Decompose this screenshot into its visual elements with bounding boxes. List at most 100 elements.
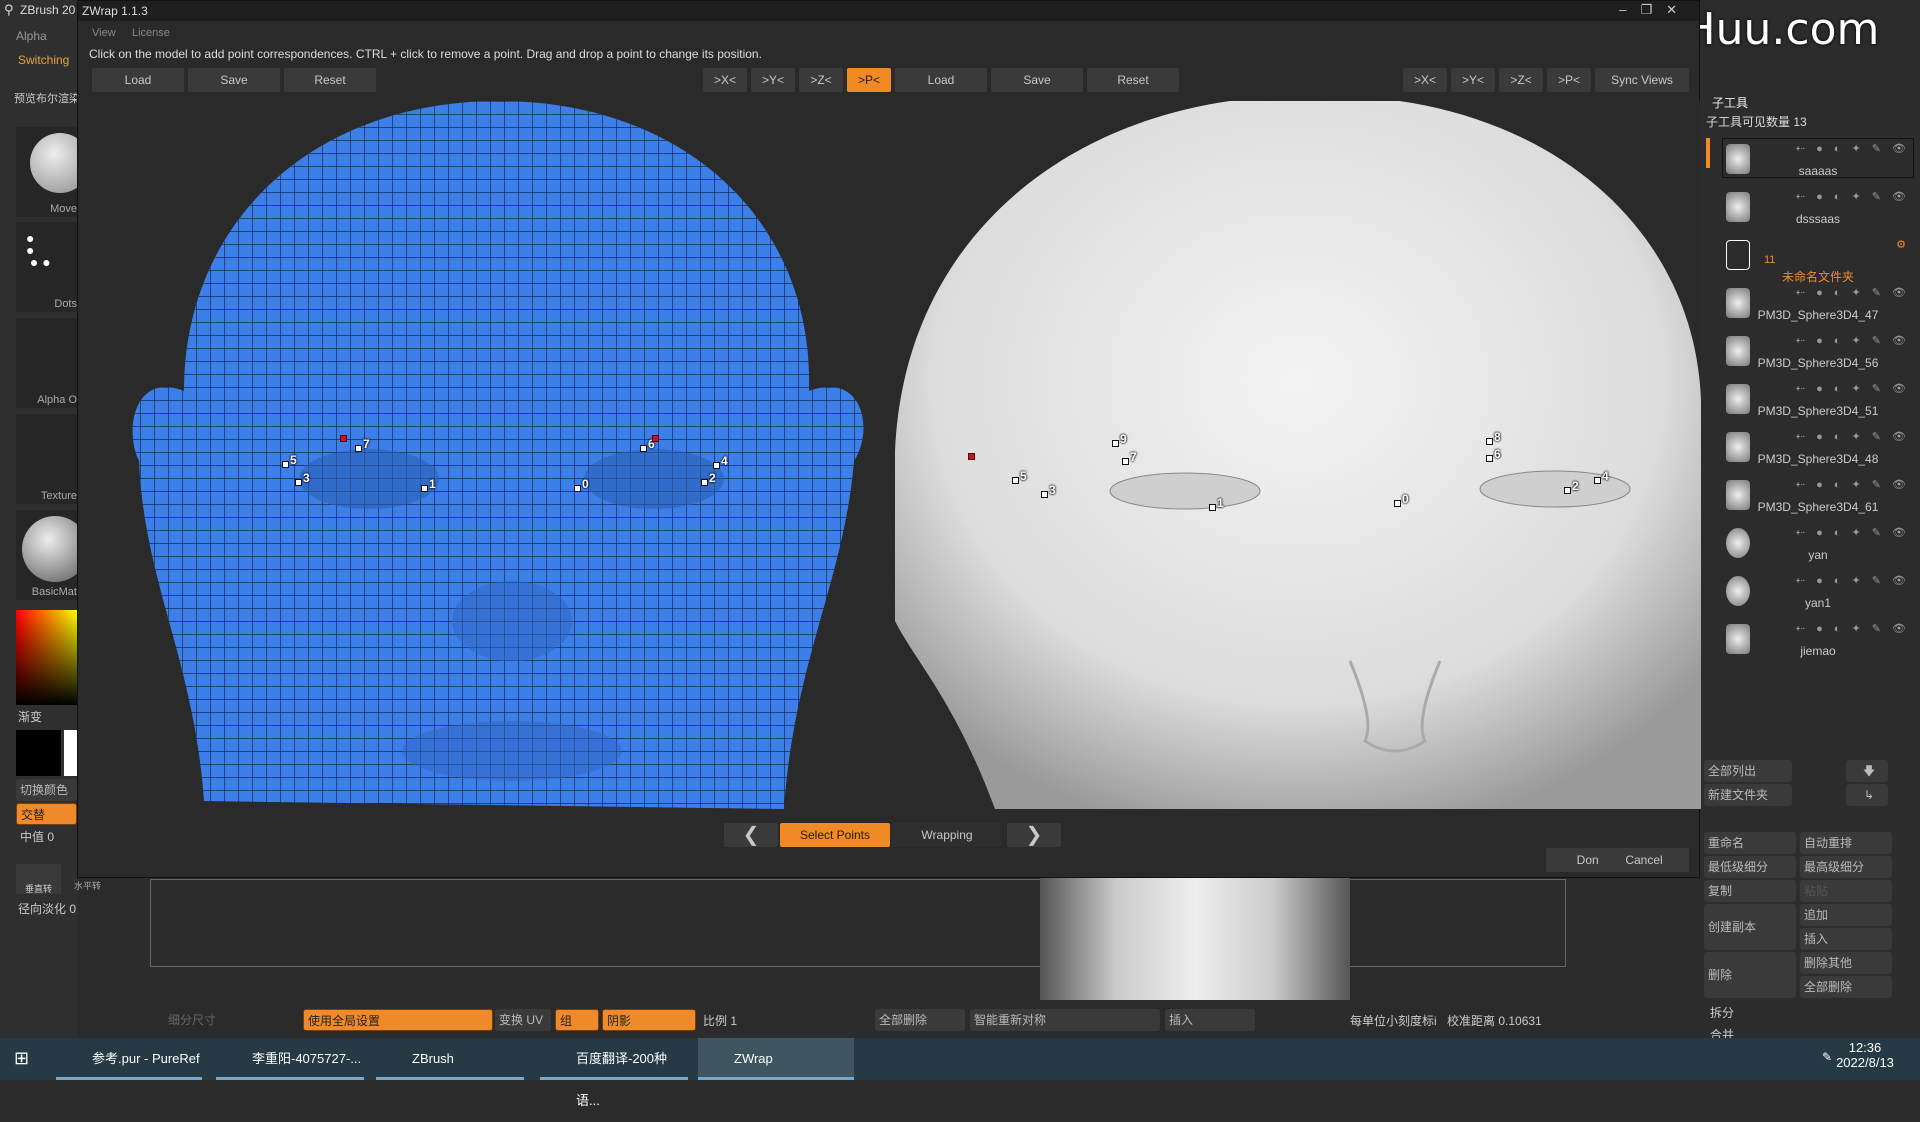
mid-p-button[interactable]: >P< xyxy=(847,68,891,92)
group-button[interactable]: 组 xyxy=(555,1009,599,1031)
scale-slider[interactable]: 比例 1 xyxy=(703,1012,737,1029)
point-marker[interactable] xyxy=(295,479,302,486)
new-folder-button[interactable]: 新建文件夹 xyxy=(1704,784,1792,806)
step-wrapping[interactable]: Wrapping xyxy=(892,823,1002,847)
point-marker[interactable] xyxy=(640,445,647,452)
taskbar-clock[interactable]: 12:36 2022/8/13 xyxy=(1820,1040,1910,1070)
mid-x-button[interactable]: >X< xyxy=(703,68,747,92)
right-z-button[interactable]: >Z< xyxy=(1499,68,1543,92)
right-p-button[interactable]: >P< xyxy=(1547,68,1591,92)
visibility-eye-icon[interactable]: ⇠ ● ◐ ✦ ✎ 👁 xyxy=(1796,574,1910,587)
material-thumb[interactable]: BasicMat xyxy=(16,510,88,600)
windows-start-icon[interactable]: ⊞ xyxy=(14,1048,29,1069)
highest-subdiv-button[interactable]: 最高级细分 xyxy=(1800,856,1892,878)
point-marker[interactable] xyxy=(701,479,708,486)
main-color-swatch[interactable] xyxy=(16,730,61,776)
taskbar-zbrush[interactable]: ZBrush xyxy=(376,1038,524,1080)
visible-count-slider[interactable]: 13 xyxy=(1793,115,1806,129)
step-select-points[interactable]: Select Points xyxy=(780,823,890,847)
point-marker[interactable] xyxy=(1564,487,1571,494)
point-marker[interactable] xyxy=(1486,438,1493,445)
texture-thumb[interactable]: Texture xyxy=(16,414,77,504)
mid-y-button[interactable]: >Y< xyxy=(751,68,795,92)
point-marker[interactable] xyxy=(1209,504,1216,511)
paste-button[interactable]: 粘贴 xyxy=(1800,880,1892,902)
per-unit-slider[interactable]: 每单位小刻度标i xyxy=(1350,1012,1437,1029)
prev-step-button[interactable]: ❮ xyxy=(724,823,778,847)
taskbar-pureref[interactable]: 参考.pur - PureRef xyxy=(56,1038,202,1080)
right-y-button[interactable]: >Y< xyxy=(1451,68,1495,92)
menu-view[interactable]: View xyxy=(92,27,116,39)
visibility-eye-icon[interactable]: ⇠ ● ◐ ✦ ✎ 👁 xyxy=(1796,142,1910,155)
pen-icon[interactable]: ✎ xyxy=(1822,1050,1832,1064)
point-marker[interactable] xyxy=(713,462,720,469)
subtool-scrollbar[interactable] xyxy=(1706,138,1710,168)
auto-reorder-button[interactable]: 自动重排 xyxy=(1800,832,1892,854)
flip-v-button[interactable]: 垂直转 xyxy=(16,864,61,894)
subtool-item[interactable]: ⇠ ● ◐ ✦ ✎ 👁 PM3D_Sphere3D4_51 xyxy=(1722,382,1914,428)
rename-button[interactable]: 重命名 xyxy=(1704,832,1796,854)
subtool-item[interactable]: ⚙ 未命名文件夹 11 xyxy=(1722,238,1914,284)
source-viewport[interactable] xyxy=(84,101,892,809)
point-marker[interactable] xyxy=(355,445,362,452)
point-marker[interactable] xyxy=(282,461,289,468)
taskbar-folder[interactable]: 李重阳-4075727-... xyxy=(216,1038,364,1080)
right-save-button[interactable]: Save xyxy=(991,68,1083,92)
point-marker[interactable] xyxy=(1486,455,1493,462)
right-reset-button[interactable]: Reset xyxy=(1087,68,1179,92)
point-marker[interactable] xyxy=(421,485,428,492)
left-load-button[interactable]: Load xyxy=(92,68,184,92)
subtool-item[interactable]: ⇠ ● ◐ ✦ ✎ 👁 PM3D_Sphere3D4_61 xyxy=(1722,478,1914,524)
subtool-item[interactable]: ⇠ ● ◐ ✦ ✎ 👁 yan1 xyxy=(1722,574,1914,620)
stroke-thumb[interactable]: ● ● ● ● Dots xyxy=(16,222,77,312)
delete-all-button[interactable]: 全部删除 xyxy=(875,1009,965,1031)
delete-button[interactable]: 删除 xyxy=(1704,952,1796,998)
subtool-item[interactable]: ⇠ ● ◐ ✦ ✎ 👁 jiemao xyxy=(1722,622,1914,668)
move-down-button[interactable]: 🡇 xyxy=(1846,760,1888,782)
subtool-item[interactable]: ⇠ ● ◐ ✦ ✎ 👁 yan xyxy=(1722,526,1914,572)
delete-all-subtool-button[interactable]: 全部删除 xyxy=(1800,976,1892,998)
point-marker[interactable] xyxy=(1112,440,1119,447)
list-all-button[interactable]: 全部列出 xyxy=(1704,760,1792,782)
subtool-item[interactable]: ⇠ ● ◐ ✦ ✎ 👁 PM3D_Sphere3D4_48 xyxy=(1722,430,1914,476)
lowest-subdiv-button[interactable]: 最低级细分 xyxy=(1704,856,1796,878)
insert-button[interactable]: 插入 xyxy=(1165,1009,1255,1031)
left-reset-button[interactable]: Reset xyxy=(284,68,376,92)
subtool-item[interactable]: ⇠ ● ◐ ✦ ✎ 👁 saaaas xyxy=(1722,142,1914,188)
right-x-button[interactable]: >X< xyxy=(1403,68,1447,92)
subtool-item[interactable]: ⇠ ● ◐ ✦ ✎ 👁 dsssaas xyxy=(1722,190,1914,236)
visibility-eye-icon[interactable]: ⇠ ● ◐ ✦ ✎ 👁 xyxy=(1796,334,1910,347)
taskbar-baidu-translate[interactable]: 百度翻译-200种语... xyxy=(540,1038,688,1108)
subtool-item[interactable]: ⇠ ● ◐ ✦ ✎ 👁 PM3D_Sphere3D4_47 xyxy=(1722,286,1914,332)
menu-alpha[interactable]: Alpha xyxy=(16,29,47,43)
switching-label[interactable]: Switching xyxy=(18,53,69,67)
append-button[interactable]: 追加 xyxy=(1800,904,1892,926)
point-marker[interactable] xyxy=(1394,500,1401,507)
visibility-eye-icon[interactable]: ⇠ ● ◐ ✦ ✎ 👁 xyxy=(1796,430,1910,443)
visibility-eye-icon[interactable]: ⇠ ● ◐ ✦ ✎ 👁 xyxy=(1796,622,1910,635)
right-load-button[interactable]: Load xyxy=(895,68,987,92)
point-marker[interactable] xyxy=(1041,491,1048,498)
insert-subtool-button[interactable]: 插入 xyxy=(1800,928,1892,950)
alpha-thumb[interactable]: Alpha O xyxy=(16,318,77,408)
uv-button[interactable]: 变换 UV xyxy=(495,1009,551,1031)
smart-resym-button[interactable]: 智能重新对称 xyxy=(970,1009,1160,1031)
sync-views-button[interactable]: Sync Views xyxy=(1595,68,1689,92)
window-controls[interactable]: ‒❐✕ xyxy=(1619,2,1691,18)
menu-license[interactable]: License xyxy=(132,27,170,39)
cancel-button[interactable]: Cancel xyxy=(1599,848,1689,872)
move-into-button[interactable]: ↳ xyxy=(1846,784,1888,806)
copy-button[interactable]: 复制 xyxy=(1704,880,1796,902)
use-global-button[interactable]: 使用全局设置 xyxy=(303,1009,493,1031)
subdiv-size-slider[interactable]: 细分尺寸 xyxy=(168,1011,216,1028)
unmatched-point-marker[interactable] xyxy=(652,435,659,442)
gear-icon[interactable]: ⚙ xyxy=(1896,238,1910,251)
next-step-button[interactable]: ❯ xyxy=(1007,823,1061,847)
alternate-button[interactable]: 交替 xyxy=(16,803,77,825)
visibility-eye-icon[interactable]: ⇠ ● ◐ ✦ ✎ 👁 xyxy=(1796,526,1910,539)
duplicate-button[interactable]: 创建副本 xyxy=(1704,904,1796,950)
secondary-color-swatch[interactable] xyxy=(64,730,77,776)
shadow-button[interactable]: 阴影 xyxy=(602,1009,696,1031)
split-section[interactable]: 拆分 xyxy=(1710,1004,1734,1021)
point-marker[interactable] xyxy=(574,485,581,492)
